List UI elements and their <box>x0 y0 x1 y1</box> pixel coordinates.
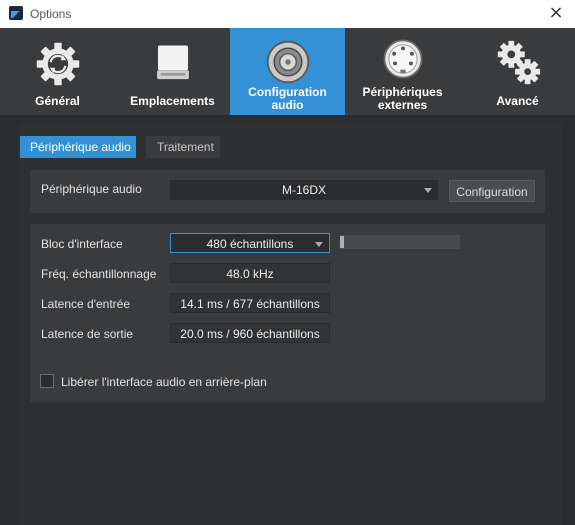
buffer-meter-fill <box>340 236 344 248</box>
tab-general-label: Général <box>35 94 80 108</box>
tab-locations-label: Emplacements <box>130 94 215 108</box>
category-toolbar: Général Emplacements Configuration audio <box>0 28 575 115</box>
speaker-icon <box>266 40 309 84</box>
sample-rate-label: Fréq. échantillonnage <box>41 267 157 281</box>
subtab-audio-device[interactable]: Périphérique audio <box>20 136 136 158</box>
sample-rate-value: 48.0 kHz <box>170 263 330 283</box>
gear-refresh-icon <box>36 42 79 86</box>
tab-audio-setup[interactable]: Configuration audio <box>230 28 345 115</box>
app-icon <box>9 6 23 20</box>
chevron-down-icon <box>424 188 432 193</box>
release-audio-label: Libérer l'interface audio en arrière-pla… <box>61 375 267 389</box>
configuration-button[interactable]: Configuration <box>449 180 535 202</box>
audio-device-value: M-16DX <box>281 183 326 197</box>
tab-advanced[interactable]: Avancé <box>460 28 575 115</box>
title-bar: Options × <box>0 0 575 28</box>
chevron-down-icon <box>315 242 323 247</box>
tab-locations[interactable]: Emplacements <box>115 28 230 115</box>
close-icon[interactable]: × <box>545 3 567 25</box>
tab-external-devices-label: Périphériques externes <box>362 85 443 112</box>
gears-icon <box>497 40 540 85</box>
buffer-meter <box>340 235 460 249</box>
midi-port-icon <box>383 39 422 79</box>
output-latency-label: Latence de sortie <box>41 327 134 341</box>
buffer-size-label: Bloc d'interface <box>41 237 123 251</box>
tab-advanced-label: Avancé <box>496 94 539 108</box>
tab-external-devices[interactable]: Périphériques externes <box>345 28 460 115</box>
audio-device-label: Périphérique audio <box>41 182 142 196</box>
drive-icon <box>156 45 189 80</box>
release-audio-checkbox[interactable] <box>40 374 54 388</box>
output-latency-value: 20.0 ms / 960 échantillons <box>170 323 330 343</box>
subtab-processing[interactable]: Traitement <box>146 136 220 158</box>
tab-audio-setup-label: Configuration audio <box>248 85 327 112</box>
buffer-size-select[interactable]: 480 échantillons <box>170 233 330 253</box>
buffer-size-value: 480 échantillons <box>206 237 294 251</box>
input-latency-label: Latence d'entrée <box>41 297 131 311</box>
audio-device-select[interactable]: M-16DX <box>170 180 438 200</box>
input-latency-value: 14.1 ms / 677 échantillons <box>170 293 330 313</box>
window-title: Options <box>30 7 72 21</box>
tab-general[interactable]: Général <box>0 28 115 115</box>
